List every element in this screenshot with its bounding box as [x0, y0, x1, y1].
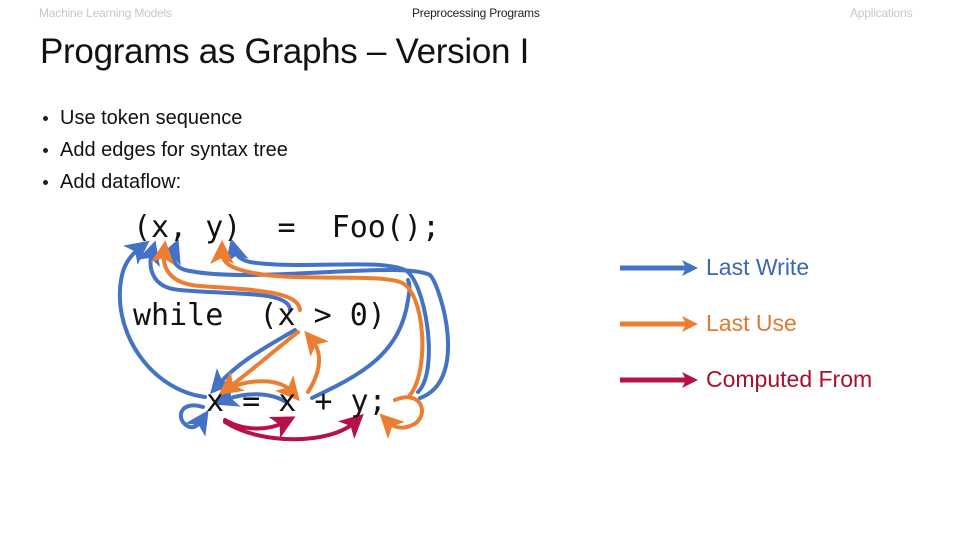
- edge-last-write: [210, 328, 297, 395]
- legend-last-write: Last Write: [618, 254, 809, 281]
- code-line-while: while (x > 0): [133, 298, 386, 333]
- dataflow-edges: [117, 238, 450, 442]
- legend-label: Computed From: [706, 366, 873, 392]
- arrow-right-icon: [620, 259, 698, 276]
- arrow-right-icon: [620, 371, 698, 388]
- edge-computed-from: [223, 413, 364, 442]
- legend-computed-from: Computed From: [618, 366, 872, 393]
- legend-last-use: Last Use: [618, 310, 797, 337]
- code-line-update: x = x + y;: [206, 384, 387, 419]
- code-line-assignment: (x, y) = Foo();: [133, 210, 441, 245]
- edge-last-use: [379, 395, 424, 439]
- arrow-right-icon: [620, 315, 698, 332]
- legend-label: Last Use: [706, 310, 797, 336]
- edge-last-write: [178, 403, 209, 437]
- legend-label: Last Write: [706, 254, 810, 280]
